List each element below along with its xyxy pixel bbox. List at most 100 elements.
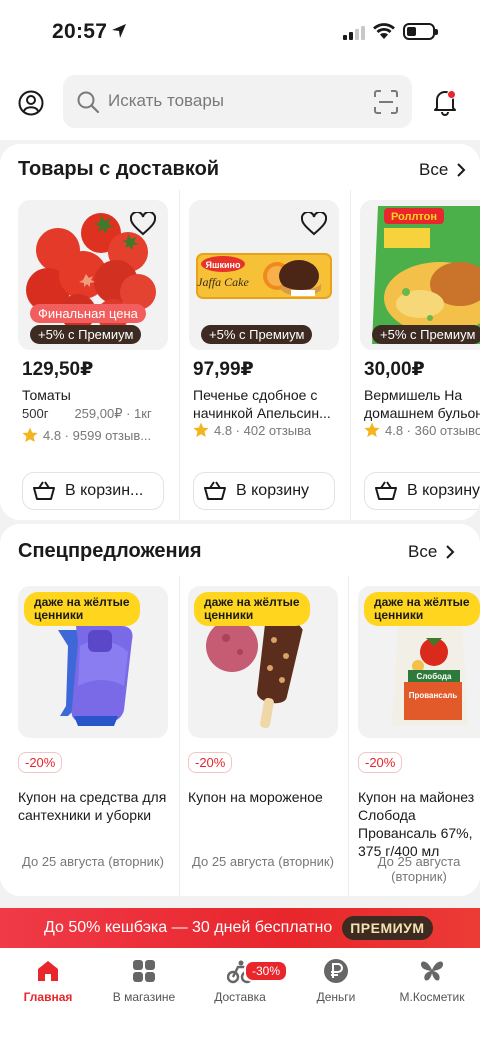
offer-expiry: До 25 августа (вторник)	[192, 854, 334, 869]
status-time: 20:57	[52, 20, 108, 43]
product-image: Яшкино Jaffa Cake +5% с Премиум	[189, 200, 339, 350]
premium-cashback-tag: +5% с Премиум	[201, 325, 313, 344]
star-icon	[22, 427, 38, 442]
favorite-heart-icon[interactable]	[130, 212, 156, 236]
offer-expiry: До 25 августа (вторник)	[22, 854, 164, 869]
search-placeholder: Искать товары	[108, 91, 224, 110]
discount-badge: -20%	[188, 752, 233, 773]
pack-brand: Роллтон	[391, 211, 437, 223]
yellow-price-tag: даже на жёлтые ценники	[364, 592, 480, 626]
header: Искать товары	[0, 64, 480, 140]
premium-banner-text: До 50% кешбэка — 30 дней бесплатно	[44, 919, 333, 936]
offer-image: Слобода Провансаль даже на жёлтые ценник…	[358, 586, 480, 738]
pack-name: Провансаль	[409, 691, 458, 700]
product-card[interactable]: Финальная цена +5% с Премиум 129,50₽ Том…	[18, 200, 170, 520]
offer-name: Купон на средства для сантехники и уборк…	[18, 789, 167, 823]
pack-name: Jaffa Cake	[197, 275, 249, 289]
location-arrow-icon	[112, 24, 126, 38]
see-all-link[interactable]: Все	[419, 160, 466, 180]
barcode-scan-icon[interactable]	[373, 89, 399, 115]
rating-text: 4.8 · 360 отзывов	[385, 422, 480, 438]
see-all-label: Все	[408, 542, 438, 561]
premium-banner[interactable]: До 50% кешбэка — 30 дней бесплатно ПРЕМИ…	[0, 908, 480, 948]
ruble-icon	[324, 959, 348, 983]
premium-cashback-tag: +5% с Премиум	[30, 325, 142, 344]
battery-icon	[403, 23, 438, 40]
nav-label: В магазине	[112, 990, 176, 1004]
product-name: Вермишель На домашнем бульоне	[364, 387, 480, 421]
cart-button-label: В корзин...	[65, 482, 144, 499]
premium-pill: ПРЕМИУМ	[342, 916, 433, 940]
nav-label: Доставка	[214, 990, 266, 1004]
basket-icon	[33, 481, 55, 500]
add-to-cart-button[interactable]: В корзин...	[22, 472, 164, 510]
nav-label: М.Косметик	[399, 990, 465, 1004]
nav-home[interactable]: Главная	[0, 958, 96, 1004]
final-price-tag: Финальная цена	[30, 304, 146, 323]
product-image: Роллтон +5% с Премиум	[360, 200, 480, 350]
product-rating: 4.8 · 360 отзывов	[364, 422, 480, 438]
offer-expiry: До 25 августа (вторник)	[377, 854, 461, 884]
special-offers-section: Спецпредложения Все даже на жёлтые ценни…	[0, 524, 480, 896]
cart-button-label: В корзину	[236, 482, 310, 499]
product-rating: 4.8 · 9599 отзыв...	[22, 427, 151, 443]
premium-cashback-tag: +5% с Премиум	[372, 325, 480, 344]
nav-cosmetics[interactable]: М.Косметик	[384, 958, 480, 1004]
yellow-price-tag: даже на жёлтые ценники	[24, 592, 140, 626]
product-weight-row: 500г 259,00₽ · 1кг	[22, 406, 172, 422]
nav-delivery[interactable]: Доставка -30%	[192, 958, 289, 1004]
delivery-section: Товары с доставкой Все Финальная цена +5…	[0, 144, 480, 520]
add-to-cart-button[interactable]: В корзину	[364, 472, 480, 510]
see-all-label: Все	[419, 160, 449, 179]
yellow-price-tag: даже на жёлтые ценники	[194, 592, 310, 626]
product-card[interactable]: Яшкино Jaffa Cake +5% с Премиум 97,99₽ П…	[189, 200, 341, 520]
grid-icon	[133, 960, 155, 982]
product-rating: 4.8 · 402 отзыва	[193, 422, 311, 438]
butterfly-icon	[421, 961, 443, 981]
product-price: 30,00₽	[364, 359, 425, 380]
product-name: Печенье сдобное с начинкой Апельсин...	[193, 387, 331, 421]
offer-card[interactable]: даже на жёлтые ценники -20% Купон на мор…	[188, 586, 340, 886]
cart-button-label: В корзину	[407, 482, 480, 499]
favorite-heart-icon[interactable]	[301, 212, 327, 236]
product-price: 129,50₽	[22, 359, 94, 380]
nav-label: Главная	[23, 990, 73, 1004]
cellular-signal-icon	[343, 24, 365, 40]
unit-price: 259,00₽ · 1кг	[74, 406, 152, 421]
basket-icon	[375, 481, 397, 500]
product-price: 97,99₽	[193, 359, 254, 380]
offer-name: Купон на мороженое	[188, 789, 323, 805]
product-image: Финальная цена +5% с Премиум	[18, 200, 168, 350]
nav-in-store[interactable]: В магазине	[96, 958, 192, 1004]
search-icon	[77, 91, 100, 114]
pack-brand: Яшкино	[206, 260, 241, 270]
product-card[interactable]: Роллтон +5% с Премиум 30,00₽ Вермишель Н…	[360, 200, 480, 520]
offer-card[interactable]: даже на жёлтые ценники -20% Купон на сре…	[18, 586, 170, 886]
rating-text: 4.8 · 9599 отзыв...	[43, 427, 152, 443]
see-all-link[interactable]: Все	[408, 542, 455, 562]
offer-image: даже на жёлтые ценники	[18, 586, 168, 738]
offer-image: даже на жёлтые ценники	[188, 586, 338, 738]
chevron-right-icon	[446, 545, 455, 559]
product-name: Томаты	[22, 387, 71, 403]
section-title: Товары с доставкой	[18, 158, 220, 180]
add-to-cart-button[interactable]: В корзину	[193, 472, 335, 510]
product-weight: 500г	[22, 406, 49, 421]
offer-name-text: Купон на майонез Слобода Провансаль 67%,…	[358, 789, 475, 859]
wifi-icon	[373, 23, 395, 39]
basket-icon	[204, 481, 226, 500]
discount-badge: -20%	[18, 752, 63, 773]
home-icon	[38, 961, 58, 981]
bottom-navigation: Главная В магазине Доставка -30% Деньги …	[0, 948, 480, 1041]
pack-brand: Слобода	[417, 672, 452, 681]
delivery-discount-badge: -30%	[244, 960, 289, 982]
nav-label: Деньги	[316, 990, 356, 1004]
notification-dot	[447, 90, 456, 99]
profile-icon[interactable]	[18, 90, 44, 116]
offer-card[interactable]: Слобода Провансаль даже на жёлтые ценник…	[358, 586, 480, 886]
nav-money[interactable]: Деньги	[288, 958, 384, 1004]
section-title: Спецпредложения	[18, 540, 202, 562]
status-bar: 20:57	[0, 0, 480, 64]
star-icon	[364, 422, 380, 437]
search-input[interactable]: Искать товары	[63, 75, 412, 128]
